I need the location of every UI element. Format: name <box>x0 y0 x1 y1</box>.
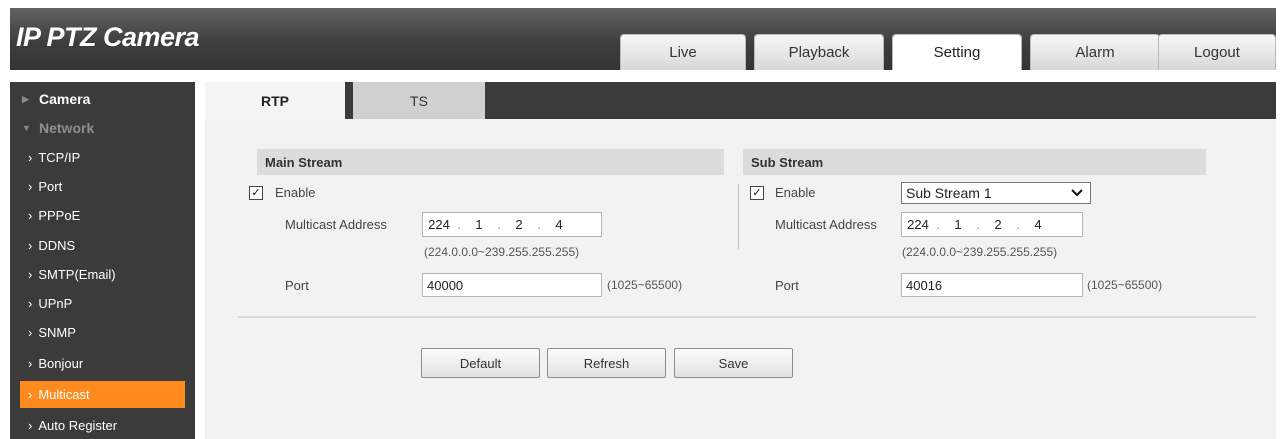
sidebar: ▶ Camera ▼ Network › TCP/IP › Port › PPPoE … <box>10 82 195 439</box>
main-port-range: (1025~65500) <box>607 278 683 292</box>
select-value: Sub Stream 1 <box>906 185 992 201</box>
chevron-right-icon: › <box>28 208 33 223</box>
sub-stream-enable-checkbox[interactable]: ✓ <box>750 186 764 200</box>
sidebar-item-label: Bonjour <box>38 356 84 371</box>
sidebar-item-label: SNMP <box>38 325 76 340</box>
app-window: IP PTZ Camera Live Playback Setting Alar… <box>10 0 1276 439</box>
content-panel: Main Stream ✓ Enable Multicast Address 2… <box>205 119 1276 439</box>
sidebar-section-camera[interactable]: ▶ Camera <box>10 85 195 113</box>
sub-multicast-address-label: Multicast Address <box>775 217 877 232</box>
sidebar-item-smtp[interactable]: › SMTP(Email) <box>20 261 185 288</box>
sub-port-input[interactable]: 40016 <box>901 273 1083 297</box>
ip-dot: . <box>1016 217 1020 232</box>
ip-dot: . <box>976 217 980 232</box>
main-stream-enable-checkbox[interactable]: ✓ <box>249 186 263 200</box>
sub-stream-select[interactable]: Sub Stream 1 <box>901 182 1091 204</box>
sidebar-section-label: Network <box>39 120 95 136</box>
ip-octet[interactable]: 4 <box>1022 217 1054 232</box>
collapsed-arrow-icon: ▶ <box>22 93 29 104</box>
sidebar-item-label: Multicast <box>38 387 90 402</box>
ip-octet[interactable]: 1 <box>942 217 974 232</box>
tab-live[interactable]: Live <box>620 34 746 70</box>
tab-playback[interactable]: Playback <box>754 34 884 70</box>
ip-octet[interactable]: 4 <box>543 217 575 232</box>
main-stream-enable-label: Enable <box>275 185 316 200</box>
sidebar-section-label: Camera <box>39 91 91 107</box>
ip-dot: . <box>497 217 501 232</box>
sub-multicast-address-input[interactable]: 224. 1. 2. 4 <box>901 212 1083 237</box>
ip-octet[interactable]: 224 <box>902 217 934 232</box>
default-button[interactable]: Default <box>421 348 540 378</box>
sidebar-item-upnp[interactable]: › UPnP <box>20 290 185 317</box>
tab-alarm[interactable]: Alarm <box>1030 34 1160 70</box>
sub-stream-enable-label: Enable <box>775 185 816 200</box>
chevron-right-icon: › <box>28 179 33 194</box>
app-logo: IP PTZ Camera <box>16 22 200 52</box>
chevron-down-icon <box>1070 185 1084 204</box>
sidebar-item-label: DDNS <box>38 238 76 253</box>
sidebar-item-multicast[interactable]: › Multicast <box>20 381 185 408</box>
sidebar-item-port[interactable]: › Port <box>20 173 185 200</box>
chevron-right-icon: › <box>28 238 33 253</box>
main-address-range: (224.0.0.0~239.255.255.255) <box>424 245 580 259</box>
ip-octet[interactable]: 2 <box>982 217 1014 232</box>
refresh-button[interactable]: Refresh <box>547 348 666 378</box>
header-bar: IP PTZ Camera Live Playback Setting Alar… <box>10 8 1276 70</box>
ip-dot: . <box>537 217 541 232</box>
sidebar-item-label: UPnP <box>38 296 73 311</box>
checkmark-icon: ✓ <box>251 187 261 199</box>
sidebar-item-label: Auto Register <box>38 418 118 433</box>
sub-port-range: (1025~65500) <box>1087 278 1163 292</box>
main-port-input[interactable]: 40000 <box>422 273 602 297</box>
section-divider <box>238 316 1256 318</box>
sidebar-item-ddns[interactable]: › DDNS <box>20 232 185 259</box>
sidebar-item-pppoe[interactable]: › PPPoE <box>20 202 185 229</box>
chevron-right-icon: › <box>28 325 33 340</box>
sub-address-range: (224.0.0.0~239.255.255.255) <box>902 245 1058 259</box>
sidebar-item-snmp[interactable]: › SNMP <box>20 319 185 346</box>
main-multicast-address-label: Multicast Address <box>285 217 387 232</box>
tab-rtp[interactable]: RTP <box>205 82 345 119</box>
chevron-right-icon: › <box>28 150 33 165</box>
ip-dot: . <box>936 217 940 232</box>
chevron-right-icon: › <box>28 356 33 371</box>
checkmark-icon: ✓ <box>752 187 762 199</box>
chevron-right-icon: › <box>28 387 33 402</box>
sub-port-label: Port <box>775 278 799 293</box>
main-multicast-address-input[interactable]: 224. 1. 2. 4 <box>422 212 602 237</box>
expanded-arrow-icon: ▼ <box>22 123 31 133</box>
ip-octet[interactable]: 1 <box>463 217 495 232</box>
tab-ts[interactable]: TS <box>353 82 485 119</box>
sidebar-item-bonjour[interactable]: › Bonjour <box>20 350 185 377</box>
chevron-right-icon: › <box>28 296 33 311</box>
tab-setting[interactable]: Setting <box>892 34 1022 70</box>
ip-octet[interactable]: 224 <box>423 217 455 232</box>
save-button[interactable]: Save <box>674 348 793 378</box>
ip-octet[interactable]: 2 <box>503 217 535 232</box>
tab-logout[interactable]: Logout <box>1158 34 1276 70</box>
main-stream-header: Main Stream <box>257 149 724 175</box>
chevron-right-icon: › <box>28 267 33 282</box>
sub-stream-header: Sub Stream <box>743 149 1206 175</box>
sidebar-item-label: SMTP(Email) <box>38 267 116 282</box>
sidebar-item-tcpip[interactable]: › TCP/IP <box>20 144 185 171</box>
ip-dot: . <box>457 217 461 232</box>
column-divider <box>738 184 739 249</box>
chevron-right-icon: › <box>28 418 33 433</box>
main-port-label: Port <box>285 278 309 293</box>
sidebar-item-label: TCP/IP <box>38 150 81 165</box>
sidebar-item-label: Port <box>38 179 63 194</box>
sidebar-section-network[interactable]: ▼ Network <box>10 114 195 142</box>
sidebar-item-auto-register[interactable]: › Auto Register <box>20 412 185 439</box>
sidebar-item-label: PPPoE <box>38 208 81 223</box>
